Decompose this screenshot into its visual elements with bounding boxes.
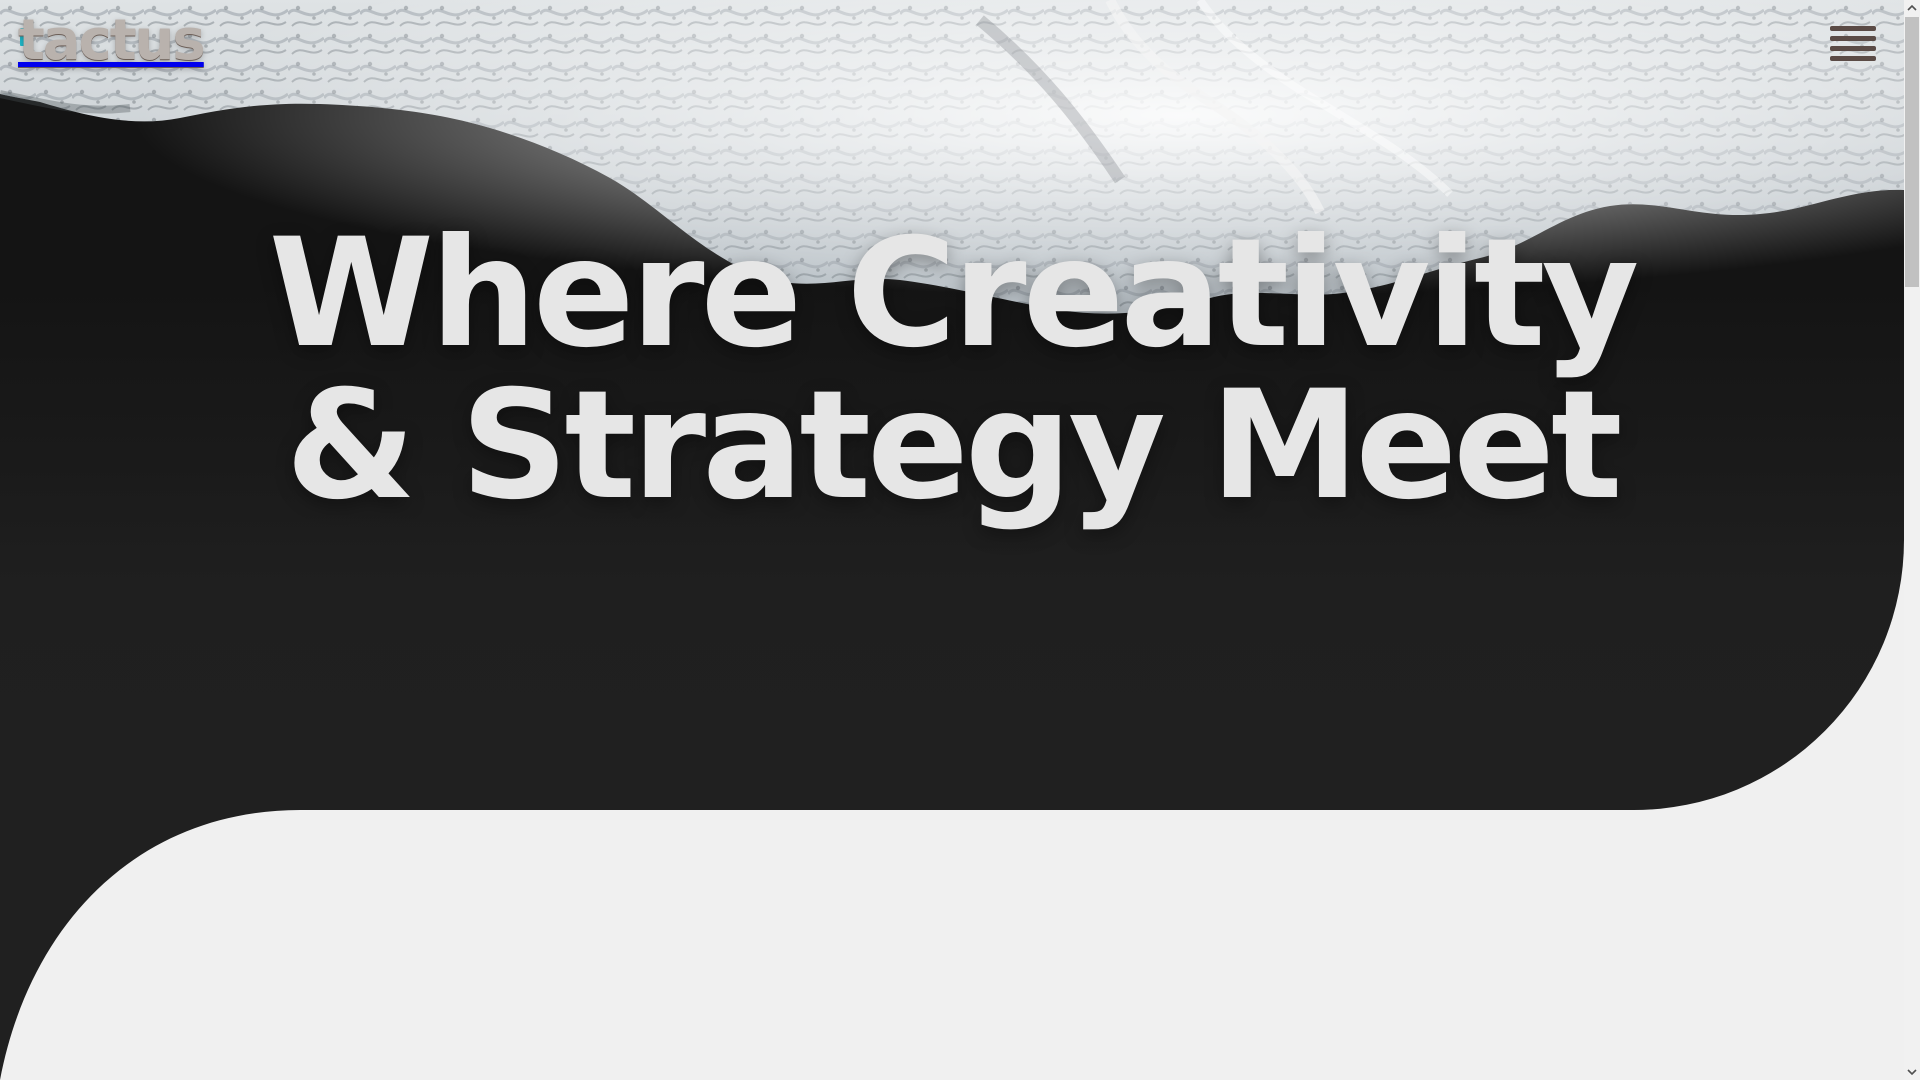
scroll-up-arrow-icon[interactable] xyxy=(1904,0,1920,16)
menu-bar-bottom xyxy=(1830,46,1876,51)
scrollbar-thumb[interactable] xyxy=(1905,17,1919,287)
section-curve-shape xyxy=(0,810,300,1080)
scroll-down-arrow-icon[interactable] xyxy=(1904,1064,1920,1080)
menu-bar-middle xyxy=(1830,36,1876,41)
menu-bar-bottom-secondary xyxy=(1830,56,1876,61)
hero-title: Where Creativity & Strategy Meet xyxy=(0,218,1904,522)
hamburger-menu-button[interactable] xyxy=(1828,24,1878,62)
menu-bar-top xyxy=(1830,26,1876,31)
vertical-scrollbar[interactable] xyxy=(1904,0,1920,1080)
hero-title-line-2: & Strategy Meet xyxy=(285,359,1622,533)
logo-text: tactus xyxy=(18,7,206,73)
hero-section: Where Creativity & Strategy Meet xyxy=(0,0,1904,810)
page-viewport: Where Creativity & Strategy Meet tactus xyxy=(0,0,1920,1080)
site-logo[interactable]: tactus xyxy=(18,7,206,73)
hero-title-line-1: Where Creativity xyxy=(268,207,1640,381)
